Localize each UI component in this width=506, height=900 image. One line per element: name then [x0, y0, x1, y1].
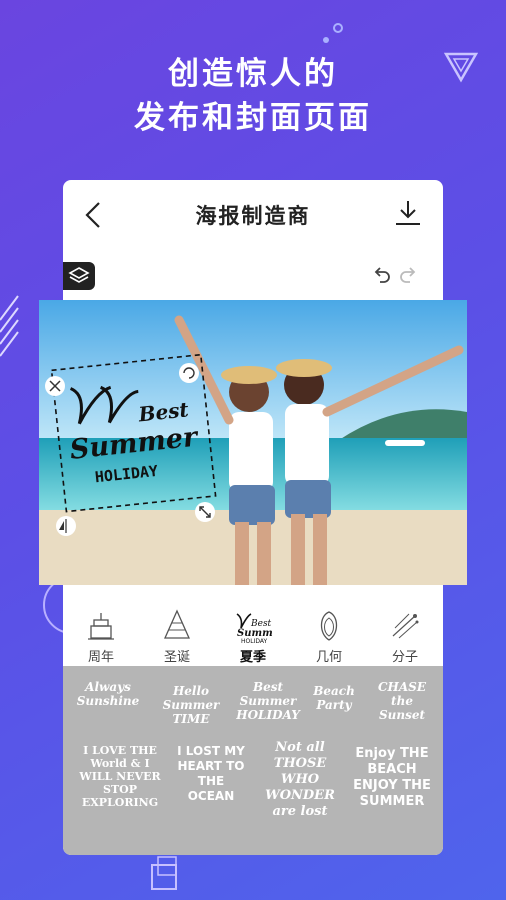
hero-title-line2: 发布和封面页面 — [134, 100, 372, 136]
sticker-text: Enjoy THE BEACH ENJOY THE SUMMER — [353, 746, 431, 809]
category-anniversary[interactable]: 周年 — [63, 604, 139, 665]
hero-title-line1: 创造惊人的 — [168, 56, 338, 92]
sticker-text: CHASE the Sunset — [377, 680, 426, 722]
category-summer[interactable]: Best Summer HOLIDAY 夏季 — [215, 604, 291, 665]
photo-canvas[interactable]: Best Summer HOLIDAY — [39, 300, 467, 585]
sticker-text: I LOST MY HEART TO THE OCEAN — [177, 744, 245, 803]
sticker-text: Always Sunshine — [76, 680, 140, 708]
category-label: 夏季 — [239, 650, 266, 665]
bubble-decoration-icon — [323, 23, 343, 43]
sticker-item[interactable]: CHASE the Sunset — [367, 680, 437, 722]
category-label: 几何 — [315, 650, 342, 665]
molecule-icon — [392, 613, 419, 639]
sticker-item[interactable]: I LOST MY HEART TO THE OCEAN — [173, 744, 249, 804]
category-bar: 周年 圣诞 Best Summer HOLIDAY 夏季 几何 — [63, 600, 443, 666]
sticker-item[interactable]: Not all THOSE WHO WONDER are lost — [255, 740, 345, 820]
resize-icon[interactable] — [195, 502, 215, 522]
sticker-grid: Always Sunshine Hello Summer TIME Best S… — [63, 666, 443, 855]
summer-palm-icon: Best Summer HOLIDAY — [236, 613, 273, 644]
triangle-decoration-icon — [444, 52, 478, 83]
close-icon[interactable] — [45, 376, 65, 396]
square-decoration-icon — [151, 856, 177, 890]
geometric-icon — [320, 611, 338, 641]
download-icon[interactable] — [393, 198, 423, 228]
sticker-item[interactable]: Always Sunshine — [71, 680, 145, 708]
sticker-item[interactable]: Best Summer HOLIDAY — [233, 680, 303, 722]
redo-icon[interactable] — [397, 264, 419, 286]
rotate-icon[interactable] — [179, 363, 199, 383]
layers-icon[interactable] — [63, 262, 95, 290]
app-title: 海报制造商 — [195, 204, 311, 228]
flip-icon[interactable] — [56, 516, 76, 536]
sticker-text: Hello Summer TIME — [162, 684, 220, 726]
sticker-item[interactable]: I LOVE THE World & I WILL NEVER STOP EXP… — [73, 744, 167, 809]
sticker-text: Beach Party — [313, 684, 355, 712]
category-label: 圣诞 — [163, 650, 190, 665]
sticker-item[interactable]: Beach Party — [301, 684, 367, 712]
sticker-text: Best Summer HOLIDAY — [236, 680, 300, 722]
cake-icon — [88, 613, 114, 640]
christmas-tree-icon — [163, 609, 191, 639]
undo-icon[interactable] — [371, 264, 393, 286]
category-christmas[interactable]: 圣诞 — [139, 604, 215, 665]
sticker-text: Not all THOSE WHO WONDER are lost — [265, 740, 335, 819]
category-molecule[interactable]: 分子 — [367, 604, 443, 665]
category-label: 周年 — [87, 650, 114, 665]
stripes-decoration-icon — [0, 295, 19, 357]
top-bar: 海报制造商 — [63, 180, 443, 250]
sticker-text: I LOVE THE World & I WILL NEVER STOP EXP… — [79, 744, 161, 809]
sticker-item[interactable]: Hello Summer TIME — [153, 684, 229, 726]
category-geometric[interactable]: 几何 — [291, 604, 367, 665]
category-label: 分子 — [391, 650, 418, 665]
beach-photo: Best Summer HOLIDAY — [39, 300, 467, 585]
svg-text:HOLIDAY: HOLIDAY — [241, 638, 268, 644]
sticker-item[interactable]: Enjoy THE BEACH ENJOY THE SUMMER — [351, 746, 433, 810]
